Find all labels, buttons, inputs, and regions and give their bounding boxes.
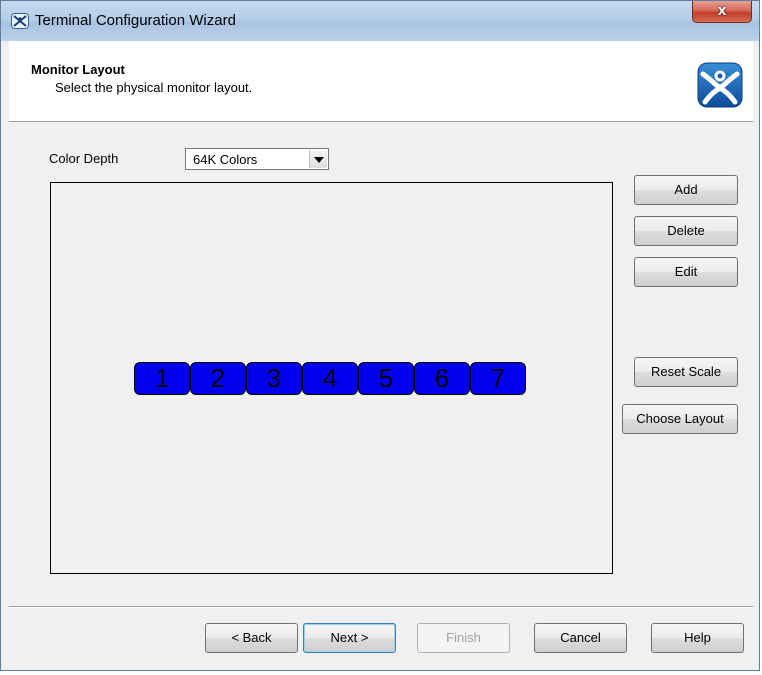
monitor-tile[interactable]: 2 bbox=[190, 362, 246, 395]
thinmanager-logo-icon bbox=[697, 62, 743, 108]
monitor-tile[interactable]: 5 bbox=[358, 362, 414, 395]
reset-scale-button[interactable]: Reset Scale bbox=[634, 357, 738, 387]
window-title: Terminal Configuration Wizard bbox=[35, 12, 236, 29]
cancel-button[interactable]: Cancel bbox=[534, 623, 627, 653]
add-button[interactable]: Add bbox=[634, 175, 738, 205]
delete-button[interactable]: Delete bbox=[634, 216, 738, 246]
monitor-tile[interactable]: 6 bbox=[414, 362, 470, 395]
help-button[interactable]: Help bbox=[651, 623, 744, 653]
title-bar[interactable]: Terminal Configuration Wizard x bbox=[1, 1, 759, 41]
monitor-tile[interactable]: 1 bbox=[134, 362, 190, 395]
monitor-tile[interactable]: 7 bbox=[470, 362, 526, 395]
color-depth-value: 64K Colors bbox=[193, 152, 258, 167]
page-subtitle: Select the physical monitor layout. bbox=[55, 80, 253, 95]
wizard-content: Color Depth 64K Colors 1 2 3 4 5 6 7 Add… bbox=[9, 122, 753, 667]
finish-button: Finish bbox=[417, 623, 510, 653]
footer-divider bbox=[9, 606, 753, 608]
choose-layout-button[interactable]: Choose Layout bbox=[622, 404, 738, 434]
monitor-layout-canvas[interactable]: 1 2 3 4 5 6 7 bbox=[50, 182, 613, 574]
page-title: Monitor Layout bbox=[31, 62, 125, 77]
color-depth-label: Color Depth bbox=[49, 151, 119, 166]
close-button[interactable]: x bbox=[692, 1, 752, 23]
close-icon: x bbox=[717, 2, 727, 19]
edit-button[interactable]: Edit bbox=[634, 257, 738, 287]
next-button[interactable]: Next > bbox=[303, 623, 396, 653]
back-button[interactable]: < Back bbox=[205, 623, 298, 653]
app-icon bbox=[11, 13, 29, 29]
wizard-window: Terminal Configuration Wizard x Monitor … bbox=[0, 0, 760, 671]
monitor-tile[interactable]: 3 bbox=[246, 362, 302, 395]
monitor-tile[interactable]: 4 bbox=[302, 362, 358, 395]
chevron-down-icon[interactable] bbox=[309, 150, 327, 168]
color-depth-select[interactable]: 64K Colors bbox=[185, 148, 329, 170]
wizard-header: Monitor Layout Select the physical monit… bbox=[9, 41, 753, 122]
